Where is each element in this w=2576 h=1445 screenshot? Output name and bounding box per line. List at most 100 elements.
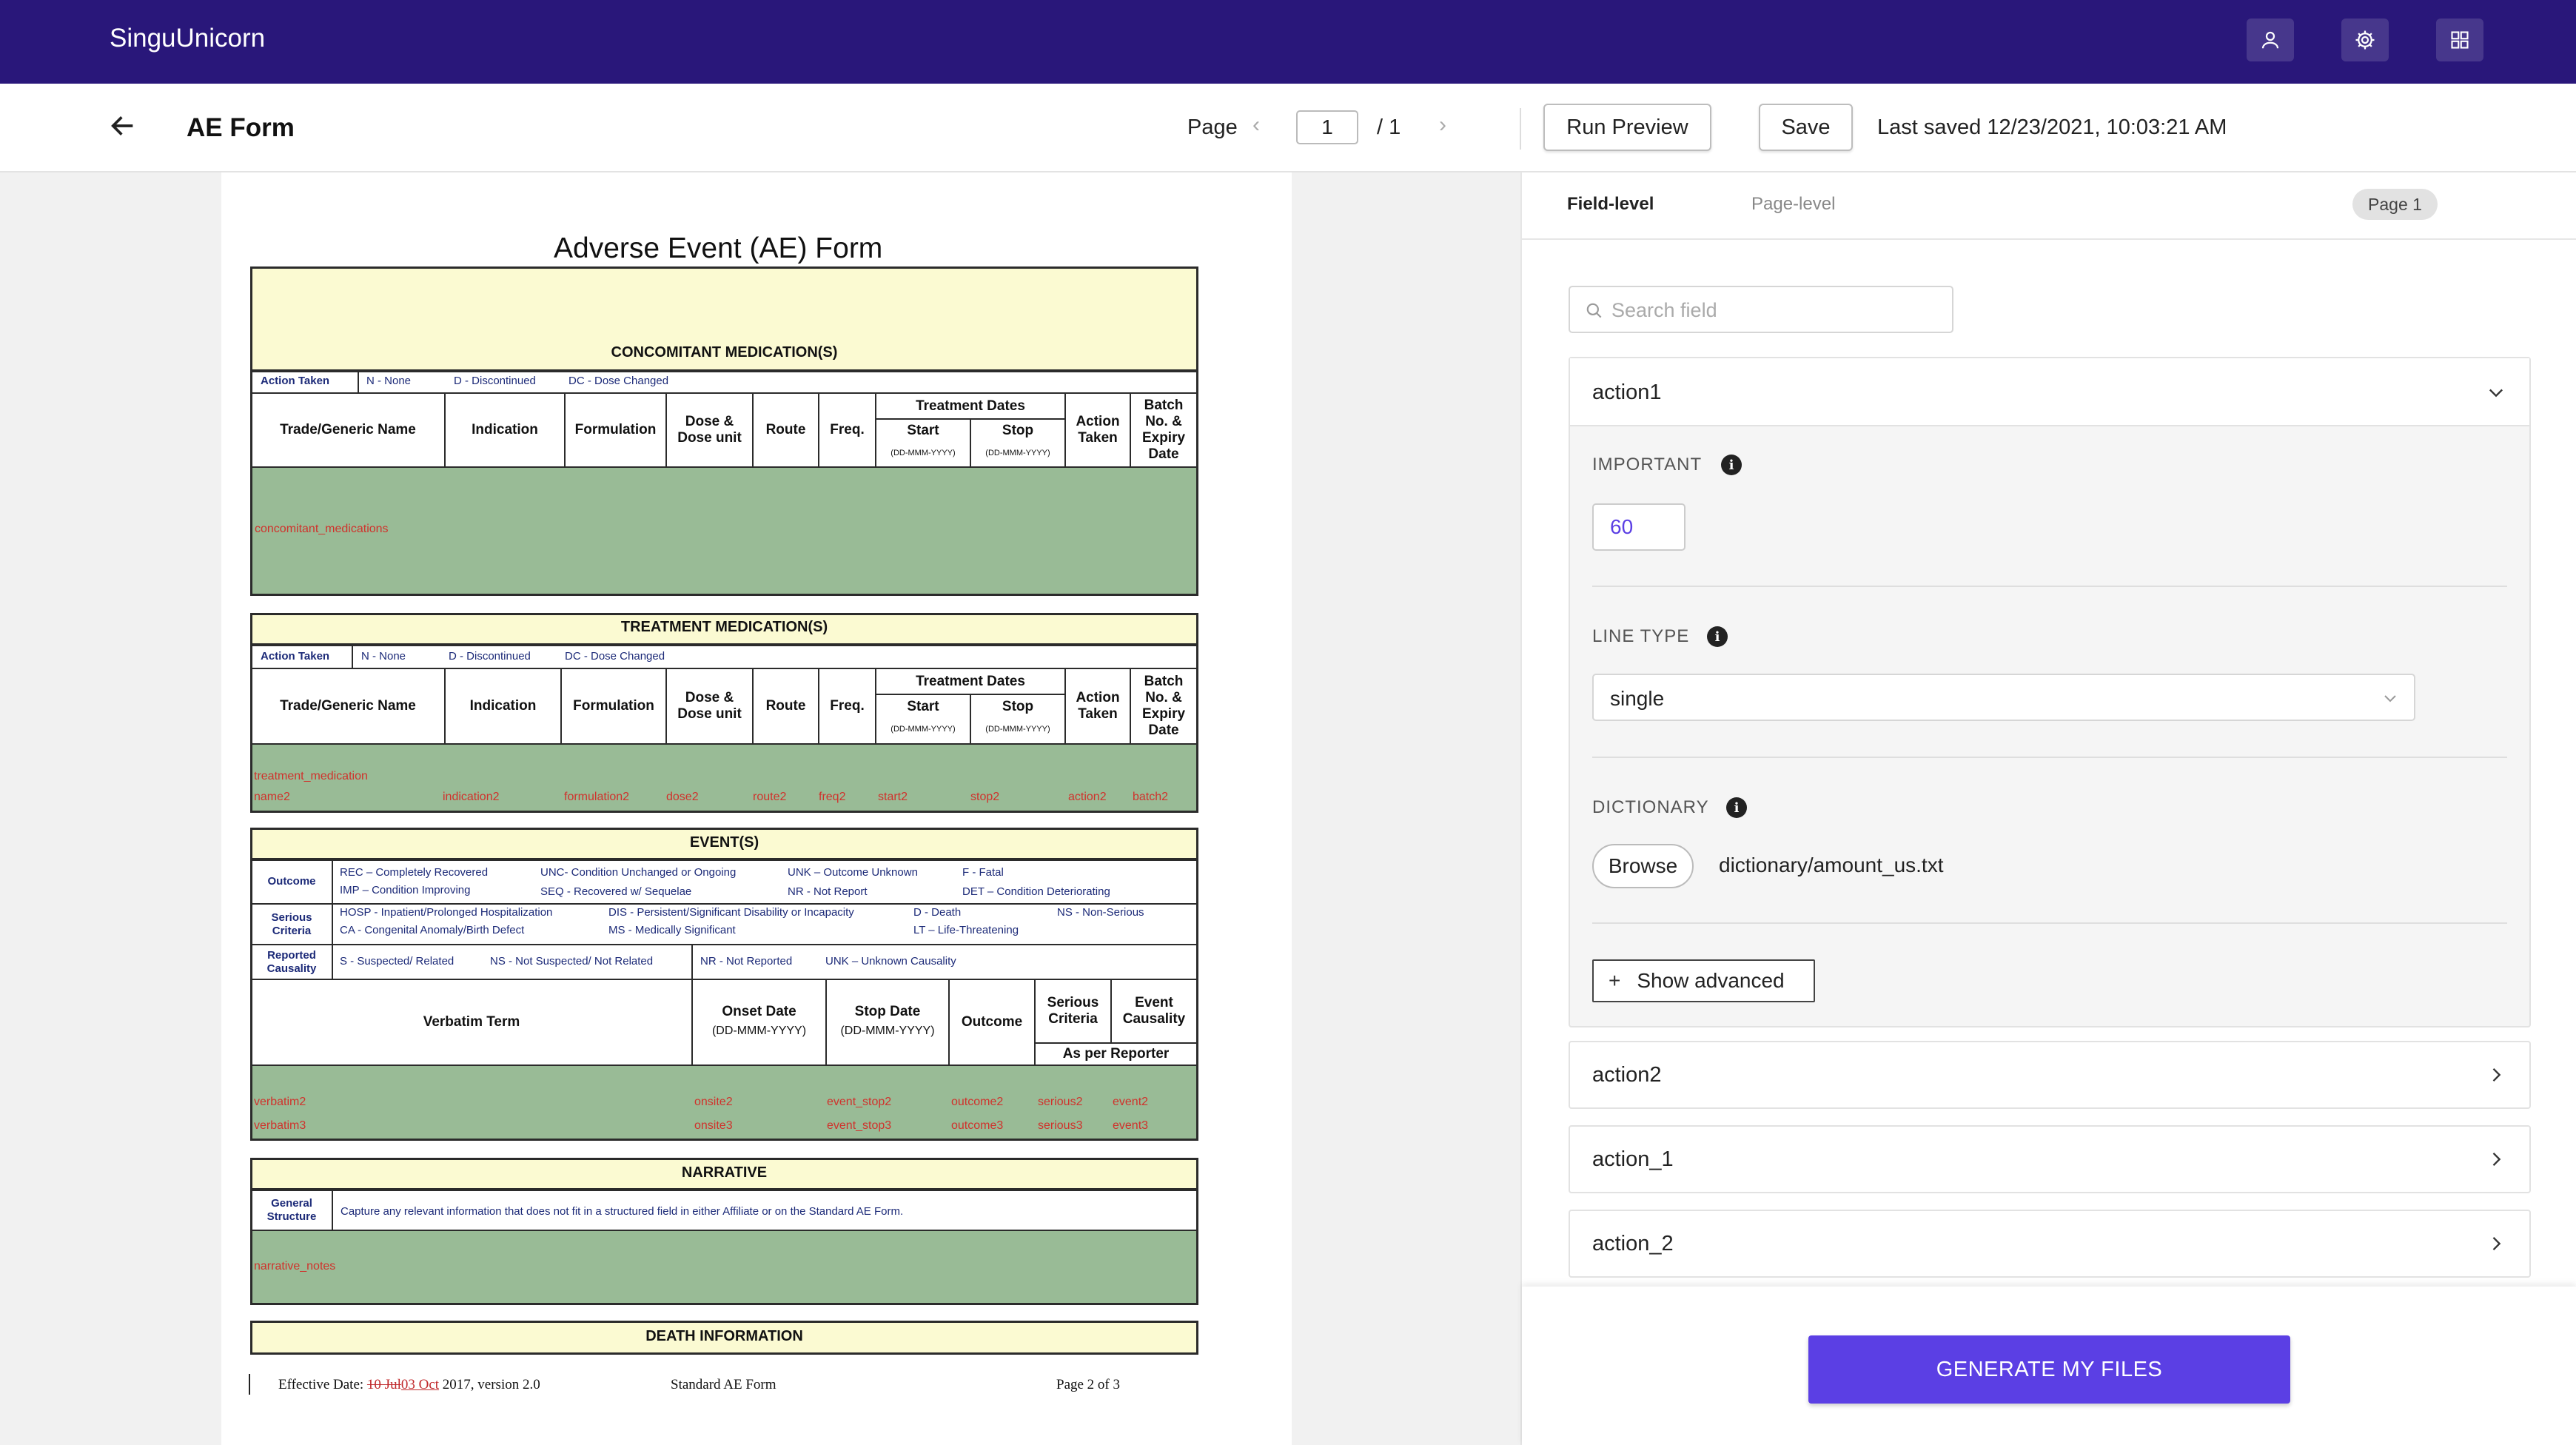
search-field[interactable]: Search field [1569,286,1953,333]
tcol-batch: Batch No. & Expiry Date [1141,674,1186,738]
col-treatment-dates: Treatment Dates [916,398,1025,414]
field-serious3[interactable]: serious3 [1038,1119,1082,1133]
col-stop-date: Stop Date [854,1004,921,1020]
chevron-right-icon[interactable] [2486,1233,2506,1254]
concomitant-field-label[interactable]: concomitant_medications [255,523,389,536]
back-button[interactable] [108,111,138,144]
field-event2[interactable]: event2 [1113,1096,1148,1109]
arrow-left-icon [111,116,133,135]
next-page-button[interactable]: › [1439,113,1446,138]
settings-button[interactable] [2341,19,2389,61]
col-route: Route [765,422,806,438]
field-accordion-action_1[interactable] [1569,1125,2531,1193]
info-icon[interactable]: i [1721,455,1742,475]
info-icon[interactable]: i [1726,797,1747,818]
user-icon [2261,31,2279,49]
field-onsite2[interactable]: onsite2 [694,1096,733,1109]
dictionary-file: dictionary/amount_us.txt [1719,854,1944,876]
concomitant-field-area [252,468,1196,594]
concomitant-legend-dc: DC - Dose Changed [568,375,669,387]
col-batch: Batch No. & Expiry Date [1141,398,1186,462]
line-type-select[interactable]: single [1592,674,2415,721]
col-action-taken: Action Taken [1076,414,1120,446]
save-button[interactable]: Save [1759,104,1853,151]
field-stop2[interactable]: stop2 [970,791,999,804]
field-outcome2[interactable]: outcome2 [951,1096,1003,1109]
field-verbatim3[interactable]: verbatim3 [254,1119,306,1133]
concomitant-legend-d: D - Discontinued [454,375,536,387]
important-label: IMPORTANT [1592,455,1703,475]
top-bar [0,0,2576,84]
apps-button[interactable] [2436,19,2483,61]
col-stop: Stop [1002,423,1034,439]
treatment-legend-d: D - Discontinued [449,650,531,663]
concomitant-legend-label: Action Taken [261,375,330,387]
field-serious2[interactable]: serious2 [1038,1096,1082,1109]
narrative-instruction: Capture any relevant information that do… [341,1205,904,1218]
concomitant-heading: CONCOMITANT MEDICATION(S) [611,344,838,361]
field-treatment-name2[interactable]: name2 [254,791,290,804]
field-verbatim2[interactable]: verbatim2 [254,1096,306,1109]
grid-icon [2451,31,2469,49]
field-event-stop2[interactable]: event_stop2 [827,1096,891,1109]
field-outcome3[interactable]: outcome3 [951,1119,1003,1133]
chevron-right-icon[interactable] [2486,1149,2506,1170]
events-heading: EVENT(S) [689,834,759,851]
accordion-title: action2 [1592,1063,1662,1087]
browse-button[interactable]: Browse [1592,844,1694,888]
form-title: Adverse Event (AE) Form [554,232,883,264]
important-input[interactable]: 60 [1592,503,1686,551]
chevron-down-icon[interactable] [2486,382,2506,403]
treatment-legend-n: N - None [361,650,406,663]
accordion-header-action1[interactable] [1570,358,2529,426]
field-batch2[interactable]: batch2 [1133,791,1168,804]
treatment-heading: TREATMENT MEDICATION(S) [620,619,828,635]
field-route2[interactable]: route2 [753,791,786,804]
col-event-causality: Event Causality [1122,995,1186,1027]
page-label: Page [1187,115,1238,139]
col-indication: Indication [472,422,538,438]
field-onsite3[interactable]: onsite3 [694,1119,733,1133]
reported-causality-label: Reported Causality [266,949,317,975]
field-action2[interactable]: action2 [1068,791,1107,804]
user-button[interactable] [2247,19,2294,61]
search-placeholder: Search field [1611,299,1717,321]
col-verbatim-term: Verbatim Term [423,1014,520,1030]
field-freq2[interactable]: freq2 [819,791,845,804]
field-start2[interactable]: start2 [878,791,908,804]
field-accordion-action_2[interactable] [1569,1210,2531,1278]
info-icon[interactable]: i [1707,626,1728,647]
col-serious-criteria: Serious Criteria [1047,995,1099,1027]
chevron-right-icon[interactable] [2486,1065,2506,1085]
run-preview-button[interactable]: Run Preview [1543,104,1711,151]
tab-page-level[interactable]: Page-level [1751,194,1835,215]
outcome-label: Outcome [267,875,316,888]
field-event-stop3[interactable]: event_stop3 [827,1119,891,1133]
line-type-label: LINE TYPE [1592,626,1690,646]
col-trade-name: Trade/Generic Name [280,422,416,438]
field-indication2[interactable]: indication2 [443,791,500,804]
field-dose2[interactable]: dose2 [666,791,699,804]
tcol-start: Start [907,699,939,715]
field-formulation2[interactable]: formulation2 [564,791,629,804]
show-advanced-button[interactable]: + Show advanced [1592,959,1815,1002]
col-onset-format: (DD-MMM-YYYY) [711,1024,807,1037]
col-formulation: Formulation [574,422,657,438]
tcol-trade-name: Trade/Generic Name [280,698,416,714]
col-start: Start [907,423,939,439]
field-event3[interactable]: event3 [1113,1119,1148,1133]
field-accordion-action2[interactable] [1569,1041,2531,1109]
brand-logo[interactable]: SinguUnicorn [110,24,265,53]
tcol-stop: Stop [1002,699,1034,715]
page-number-input[interactable]: 1 [1296,110,1358,144]
prev-page-button[interactable]: ‹ [1252,113,1260,138]
tab-field-level[interactable]: Field-level [1567,194,1654,215]
tcol-route: Route [765,698,806,714]
narrative-field-area [252,1231,1196,1303]
narrative-heading: NARRATIVE [681,1164,768,1181]
field-treatment-name[interactable]: treatment_medication [254,770,368,783]
generate-files-button[interactable]: GENERATE MY FILES [1808,1335,2290,1404]
accordion-title-action1: action1 [1592,380,1662,404]
field-narrative-notes[interactable]: narrative_notes [254,1260,335,1273]
page-badge: Page 1 [2352,189,2438,220]
